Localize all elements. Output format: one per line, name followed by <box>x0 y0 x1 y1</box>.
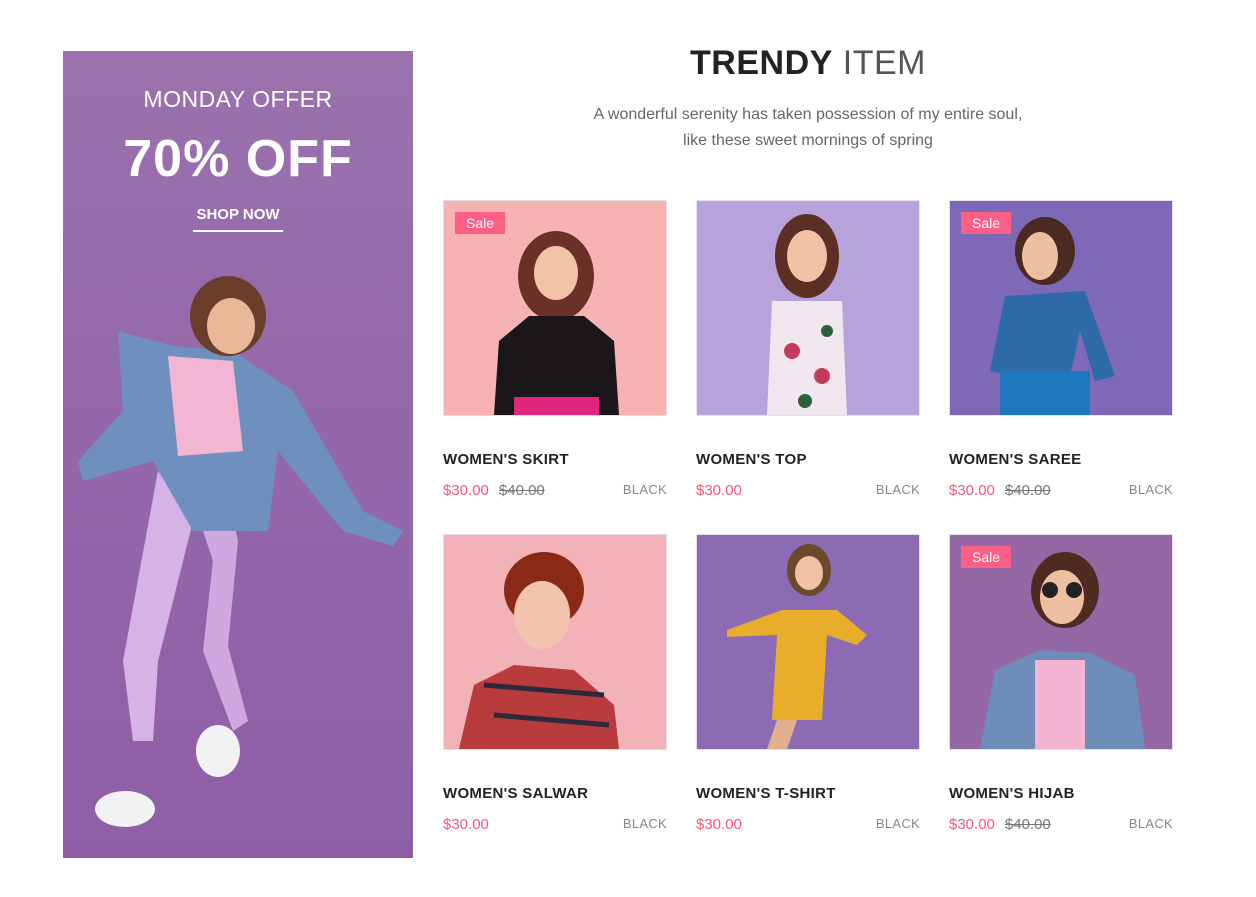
product-color: BLACK <box>875 482 920 497</box>
product-price: $30.00 <box>696 816 742 833</box>
product-image[interactable] <box>696 534 920 750</box>
product-name[interactable]: WOMEN'S SALWAR <box>443 785 667 802</box>
product-card[interactable]: WOMEN'S T-SHIRT $30.00 BLACK <box>696 534 920 836</box>
product-image[interactable]: Sale <box>949 200 1173 416</box>
promo-banner: MONDAY OFFER 70% OFF SHOP NOW <box>63 51 413 858</box>
promo-model-image <box>78 276 403 827</box>
product-price: $30.00 <box>949 482 995 499</box>
product-card[interactable]: Sale WOMEN'S SAREE $30.00 $40.00 BLACK <box>949 200 1173 502</box>
product-price: $30.00 <box>443 816 489 833</box>
section-description: A wonderful serenity has taken possessio… <box>593 106 1023 149</box>
product-image[interactable] <box>696 200 920 416</box>
product-card[interactable]: Sale WOMEN'S HIJAB $30.00 $40.00 BLACK <box>949 534 1173 836</box>
product-price: $30.00 <box>696 482 742 499</box>
section-title-strong: TRENDY <box>690 44 833 82</box>
product-old-price: $40.00 <box>1004 482 1051 499</box>
product-old-price: $40.00 <box>498 482 545 499</box>
promo-title: 70% OFF <box>123 130 353 188</box>
product-color: BLACK <box>622 816 667 831</box>
section-title-light: ITEM <box>842 44 926 82</box>
shop-now-button[interactable]: SHOP NOW <box>193 206 283 232</box>
product-card[interactable]: Sale WOMEN'S SKIRT $30.00 $40.00 BLACK <box>443 200 667 502</box>
product-name[interactable]: WOMEN'S SAREE <box>949 451 1173 468</box>
product-color: BLACK <box>1128 482 1173 497</box>
sale-badge: Sale <box>961 546 1011 568</box>
product-name[interactable]: WOMEN'S TOP <box>696 451 920 468</box>
product-meta: $30.00 BLACK <box>443 816 667 836</box>
product-image[interactable] <box>443 534 667 750</box>
product-card[interactable]: WOMEN'S SALWAR $30.00 BLACK <box>443 534 667 836</box>
product-price: $30.00 <box>949 816 995 833</box>
sale-badge: Sale <box>455 212 505 234</box>
promo-subtitle: MONDAY OFFER <box>143 86 333 112</box>
product-color: BLACK <box>875 816 920 831</box>
product-meta: $30.00 $40.00 BLACK <box>443 482 667 502</box>
product-price: $30.00 <box>443 482 489 499</box>
product-meta: $30.00 $40.00 BLACK <box>949 482 1173 502</box>
product-color: BLACK <box>622 482 667 497</box>
product-card[interactable]: WOMEN'S TOP $30.00 BLACK <box>696 200 920 502</box>
product-name[interactable]: WOMEN'S HIJAB <box>949 785 1173 802</box>
sale-badge: Sale <box>961 212 1011 234</box>
section-title: TRENDY ITEM <box>443 44 1173 83</box>
product-color: BLACK <box>1128 816 1173 831</box>
product-meta: $30.00 BLACK <box>696 816 920 836</box>
product-meta: $30.00 BLACK <box>696 482 920 502</box>
product-meta: $30.00 $40.00 BLACK <box>949 816 1173 836</box>
product-image[interactable]: Sale <box>443 200 667 416</box>
product-name[interactable]: WOMEN'S T-SHIRT <box>696 785 920 802</box>
product-name[interactable]: WOMEN'S SKIRT <box>443 451 667 468</box>
product-old-price: $40.00 <box>1004 816 1051 833</box>
product-image[interactable]: Sale <box>949 534 1173 750</box>
